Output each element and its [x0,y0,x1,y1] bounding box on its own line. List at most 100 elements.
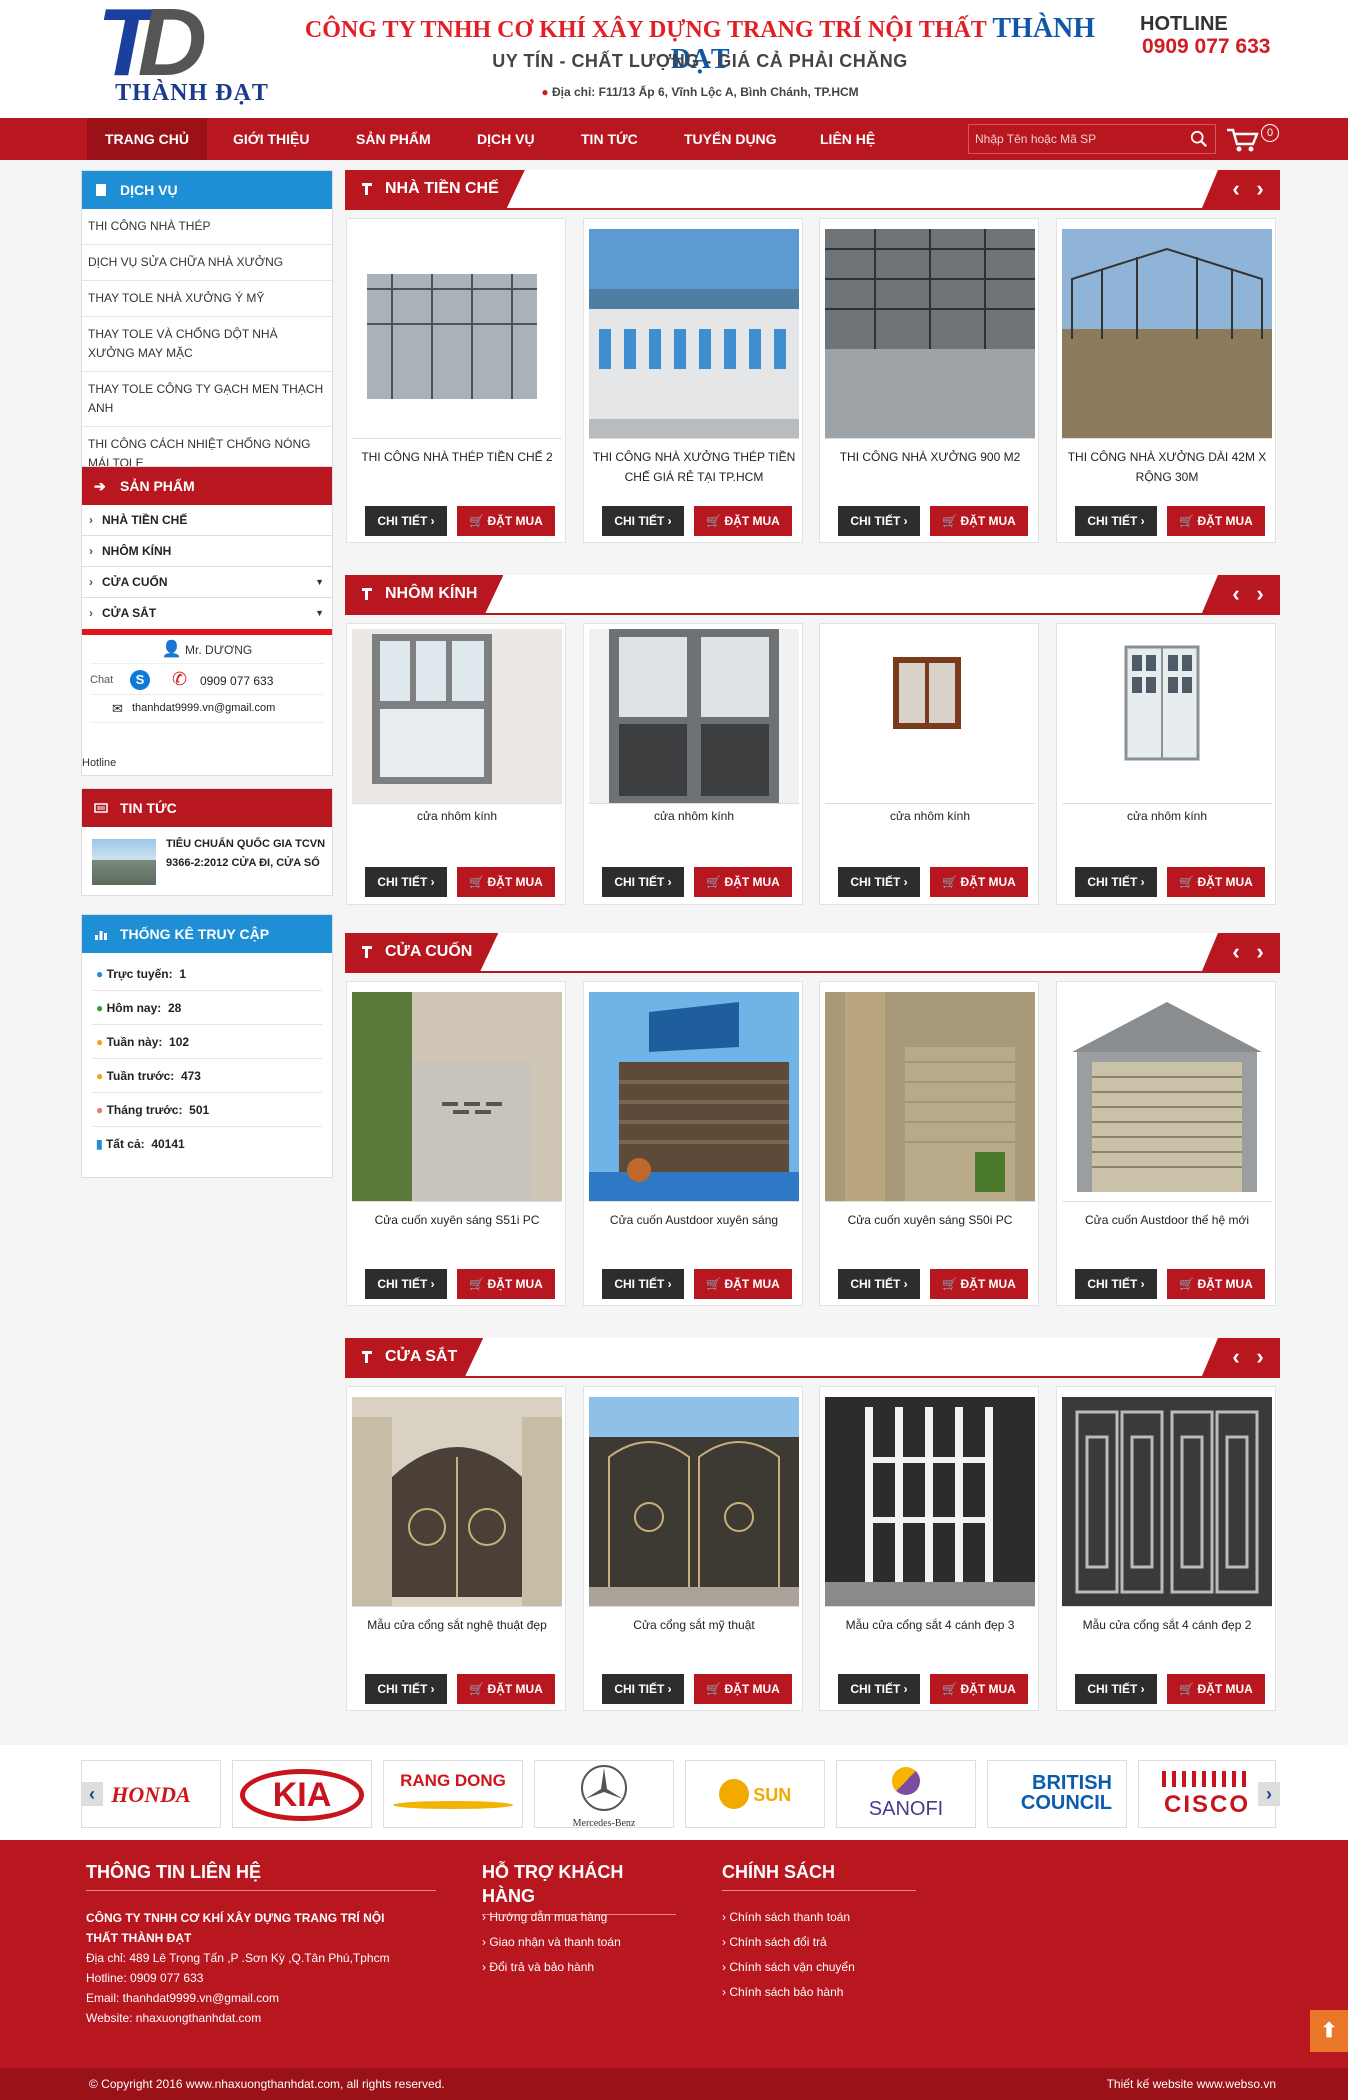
nav-home[interactable]: TRANG CHỦ [87,118,207,160]
hotline-number[interactable]: 0909 077 633 [1142,35,1270,59]
product-image[interactable] [352,1397,562,1607]
product-image[interactable] [1062,629,1272,804]
service-item[interactable]: DỊCH VỤ SỬA CHỮA NHÀ XƯỞNG [82,245,332,281]
detail-button[interactable]: CHI TIẾT › [602,1674,684,1704]
product-title[interactable]: cửa nhôm kính [592,806,796,826]
product-card[interactable]: Mẫu cửa cổng sắt nghệ thuật đẹp CHI TIẾT… [346,1386,566,1711]
section-title[interactable]: NHÔM KÍNH [345,575,503,613]
back-to-top-button[interactable]: ⬆ [1310,2010,1348,2052]
product-image[interactable] [825,229,1035,439]
support-phone[interactable]: 0909 077 633 [200,674,273,688]
news-item-title[interactable]: TIÊU CHUẨN QUỐC GIA TCVN 9366-2:2012 CỬA… [166,835,326,873]
product-title[interactable]: Cửa cổng sắt mỹ thuật [592,1615,796,1635]
product-category-item[interactable]: NHÀ TIỀN CHẾ [82,505,332,536]
detail-button[interactable]: CHI TIẾT › [602,506,684,536]
buy-button[interactable]: 🛒 ĐẶT MUA [694,1674,792,1704]
footer-link[interactable]: Chính sách đổi trả [722,1930,932,1955]
product-title[interactable]: THI CÔNG NHÀ XƯỞNG DÀI 42M X RỘNG 30M [1065,447,1269,487]
product-image[interactable] [589,229,799,439]
nav-contact[interactable]: LIÊN HỆ [802,118,893,160]
product-image[interactable] [589,629,799,804]
product-title[interactable]: cửa nhôm kính [828,806,1032,826]
footer-link[interactable]: Hướng dẫn mua hàng [482,1905,692,1930]
footer-link[interactable]: Chính sách bảo hành [722,1980,932,2005]
detail-button[interactable]: CHI TIẾT › [365,1269,447,1299]
product-image[interactable] [352,992,562,1202]
buy-button[interactable]: 🛒 ĐẶT MUA [694,1269,792,1299]
product-title[interactable]: Cửa cuốn Austdoor xuyên sáng [592,1210,796,1230]
detail-button[interactable]: CHI TIẾT › [1075,1674,1157,1704]
product-title[interactable]: THI CÔNG NHÀ THÉP TIỀN CHẾ 2 [355,447,559,467]
buy-button[interactable]: 🛒 ĐẶT MUA [1167,1269,1265,1299]
footer-email[interactable]: Email: thanhdat9999.vn@gmail.com [86,1988,416,2008]
product-card[interactable]: cửa nhôm kính CHI TIẾT › 🛒 ĐẶT MUA [583,623,803,905]
product-image[interactable] [1062,992,1272,1202]
product-title[interactable]: Mẫu cửa cổng sắt 4 cánh đẹp 3 [828,1615,1032,1635]
chevron-left-icon[interactable]: ‹ [1228,583,1244,605]
section-title[interactable]: NHÀ TIỀN CHẾ [345,170,525,208]
product-category-item[interactable]: CỬA CUỐN▼ [82,567,332,598]
product-card[interactable]: Cửa cuốn Austdoor thế hệ mới CHI TIẾT › … [1056,981,1276,1306]
search-input[interactable] [975,129,1175,149]
nav-services[interactable]: DỊCH VỤ [459,118,553,160]
logo[interactable]: TD THÀNH ĐẠT [85,0,300,108]
product-card[interactable]: cửa nhôm kính CHI TIẾT › 🛒 ĐẶT MUA [1056,623,1276,905]
product-card[interactable]: Mẫu cửa cổng sắt 4 cánh đẹp 2 CHI TIẾT ›… [1056,1386,1276,1711]
product-image[interactable] [825,629,1035,804]
detail-button[interactable]: CHI TIẾT › [838,506,920,536]
buy-button[interactable]: 🛒 ĐẶT MUA [457,1674,555,1704]
product-card[interactable]: THI CÔNG NHÀ THÉP TIỀN CHẾ 2 CHI TIẾT › … [346,218,566,543]
product-image[interactable] [825,992,1035,1202]
product-title[interactable]: Cửa cuốn Austdoor thế hệ mới [1065,1210,1269,1230]
section-title[interactable]: CỬA SẮT [345,1338,483,1376]
buy-button[interactable]: 🛒 ĐẶT MUA [930,1674,1028,1704]
skype-icon[interactable]: S [130,670,150,690]
cart[interactable]: 0 [1225,124,1279,156]
footer-link[interactable]: Giao nhận và thanh toán [482,1930,692,1955]
chevron-right-icon[interactable]: › [1252,1346,1268,1368]
chat-image[interactable]: Chat [90,674,113,686]
product-image[interactable] [1062,229,1272,439]
chevron-right-icon[interactable]: › [1252,178,1268,200]
nav-news[interactable]: TIN TỨC [563,118,656,160]
footer-link[interactable]: Chính sách thanh toán [722,1905,932,1930]
product-card[interactable]: Cửa cuốn xuyên sáng S50i PC CHI TIẾT › 🛒… [819,981,1039,1306]
chevron-right-icon[interactable]: › [1252,583,1268,605]
partner-logo-kia[interactable]: KIA [232,1760,372,1828]
product-title[interactable]: Mẫu cửa cổng sắt nghệ thuật đẹp [355,1615,559,1635]
buy-button[interactable]: 🛒 ĐẶT MUA [1167,506,1265,536]
detail-button[interactable]: CHI TIẾT › [365,867,447,897]
nav-about[interactable]: GIỚI THIỆU [215,118,328,160]
chevron-left-icon[interactable]: ‹ [1228,941,1244,963]
product-image[interactable] [825,1397,1035,1607]
service-item[interactable]: THAY TOLE CÔNG TY GẠCH MEN THẠCH ANH [82,372,332,427]
product-title[interactable]: cửa nhôm kính [355,806,559,826]
section-title[interactable]: CỬA CUỐN [345,933,498,971]
detail-button[interactable]: CHI TIẾT › [365,506,447,536]
product-card[interactable]: THI CÔNG NHÀ XƯỞNG DÀI 42M X RỘNG 30M CH… [1056,218,1276,543]
partner-logo-cisco[interactable]: CISCO [1138,1760,1276,1828]
product-category-item[interactable]: CỬA SẮT▼ [82,598,332,635]
nav-products[interactable]: SẢN PHẨM [338,118,449,160]
footer-link[interactable]: Chính sách vận chuyển [722,1955,932,1980]
buy-button[interactable]: 🛒 ĐẶT MUA [930,1269,1028,1299]
nav-careers[interactable]: TUYỂN DỤNG [666,118,795,160]
product-card[interactable]: cửa nhôm kính CHI TIẾT › 🛒 ĐẶT MUA [819,623,1039,905]
chevron-left-icon[interactable]: ‹ [1228,178,1244,200]
product-image[interactable] [589,1397,799,1607]
product-image[interactable] [352,629,562,804]
designer-credit[interactable]: Thiết kế website www.webso.vn [1107,2068,1276,2100]
partner-logo-sanofi[interactable]: SANOFI [836,1760,976,1828]
carousel-next-icon[interactable]: › [1258,1782,1280,1806]
partner-logo-mercedes[interactable]: Mercedes-Benz [534,1760,674,1828]
product-title[interactable]: Cửa cuốn xuyên sáng S51i PC [355,1210,559,1230]
product-title[interactable]: THI CÔNG NHÀ XƯỞNG THÉP TIỀN CHẾ GIÁ RẺ … [592,447,796,487]
product-card[interactable]: Cửa cuốn xuyên sáng S51i PC CHI TIẾT › 🛒… [346,981,566,1306]
partner-logo-rang-dong[interactable]: RANG DONG [383,1760,523,1828]
chevron-left-icon[interactable]: ‹ [1228,1346,1244,1368]
carousel-prev-icon[interactable]: ‹ [81,1782,103,1806]
product-card[interactable]: THI CÔNG NHÀ XƯỞNG THÉP TIỀN CHẾ GIÁ RẺ … [583,218,803,543]
product-title[interactable]: Cửa cuốn xuyên sáng S50i PC [828,1210,1032,1230]
detail-button[interactable]: CHI TIẾT › [602,1269,684,1299]
buy-button[interactable]: 🛒 ĐẶT MUA [694,867,792,897]
